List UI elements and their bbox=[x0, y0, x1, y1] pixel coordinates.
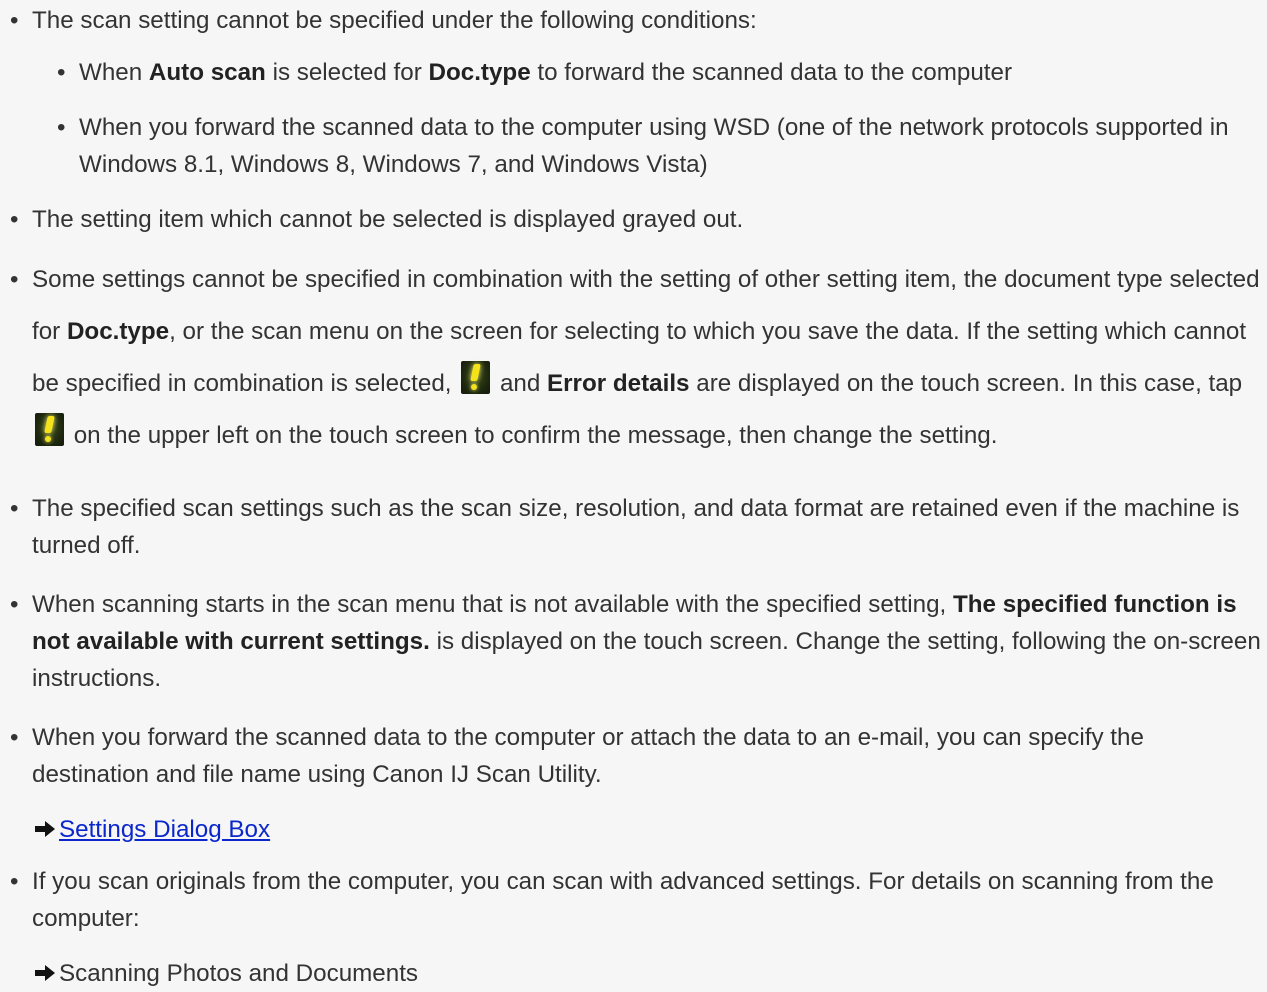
item-text: The scan setting cannot be specified und… bbox=[32, 7, 757, 34]
warning-icon bbox=[35, 413, 64, 446]
item-text: The setting item which cannot be selecte… bbox=[32, 206, 744, 233]
text: and bbox=[493, 370, 548, 397]
right-arrow-icon bbox=[35, 965, 55, 981]
list-item-conditions: • The scan setting cannot be specified u… bbox=[10, 2, 1267, 39]
document-page: • The scan setting cannot be specified u… bbox=[0, 0, 1267, 991]
list-item-retained: • The specified scan settings such as th… bbox=[10, 490, 1267, 564]
settings-dialog-link[interactable]: Settings Dialog Box bbox=[59, 816, 270, 843]
bullet: • bbox=[10, 266, 19, 293]
sub-item-wsd: • When you forward the scanned data to t… bbox=[57, 109, 1264, 183]
error-details-label: Error details bbox=[547, 370, 690, 397]
bullet: • bbox=[10, 7, 19, 34]
scanning-photos-link-row: Scanning Photos and Documents bbox=[33, 955, 418, 992]
bullet: • bbox=[10, 724, 19, 751]
text: to forward the scanned data to the compu… bbox=[530, 59, 1013, 86]
text: When bbox=[79, 59, 149, 86]
settings-dialog-link-row: Settings Dialog Box bbox=[33, 811, 270, 848]
doc-type-label: Doc.type bbox=[428, 59, 531, 86]
list-item-grayed: • The setting item which cannot be selec… bbox=[10, 201, 1267, 238]
bullet: • bbox=[57, 114, 66, 141]
scanning-photos-text[interactable]: Scanning Photos and Documents bbox=[59, 960, 418, 987]
text: When scanning starts in the scan menu th… bbox=[32, 591, 953, 618]
sub-item-auto-scan: • When Auto scan is selected for Doc.typ… bbox=[57, 54, 1264, 91]
bullet: • bbox=[10, 495, 19, 522]
bullet: • bbox=[10, 591, 19, 618]
list-item-forward: • When you forward the scanned data to t… bbox=[10, 719, 1267, 793]
right-arrow-icon bbox=[35, 821, 55, 837]
list-item-advanced: • If you scan originals from the compute… bbox=[10, 863, 1267, 937]
text: is selected for bbox=[265, 59, 429, 86]
item-text: When you forward the scanned data to the… bbox=[32, 724, 1144, 788]
bullet: • bbox=[57, 59, 66, 86]
list-item-combination: • Some settings cannot be specified in c… bbox=[10, 254, 1267, 462]
bullet: • bbox=[10, 868, 19, 895]
doc-type-label: Doc.type bbox=[66, 318, 170, 345]
auto-scan-label: Auto scan bbox=[148, 59, 266, 86]
text: on the upper left on the touch screen to… bbox=[67, 422, 998, 449]
item-text: If you scan originals from the computer,… bbox=[32, 868, 1214, 932]
item-text: The specified scan settings such as the … bbox=[32, 495, 1240, 559]
item-text: When you forward the scanned data to the… bbox=[79, 114, 1229, 178]
bullet: • bbox=[10, 206, 19, 233]
warning-icon bbox=[461, 361, 491, 394]
list-item-not-available: • When scanning starts in the scan menu … bbox=[10, 586, 1267, 697]
text: are displayed on the touch screen. In th… bbox=[689, 370, 1243, 397]
